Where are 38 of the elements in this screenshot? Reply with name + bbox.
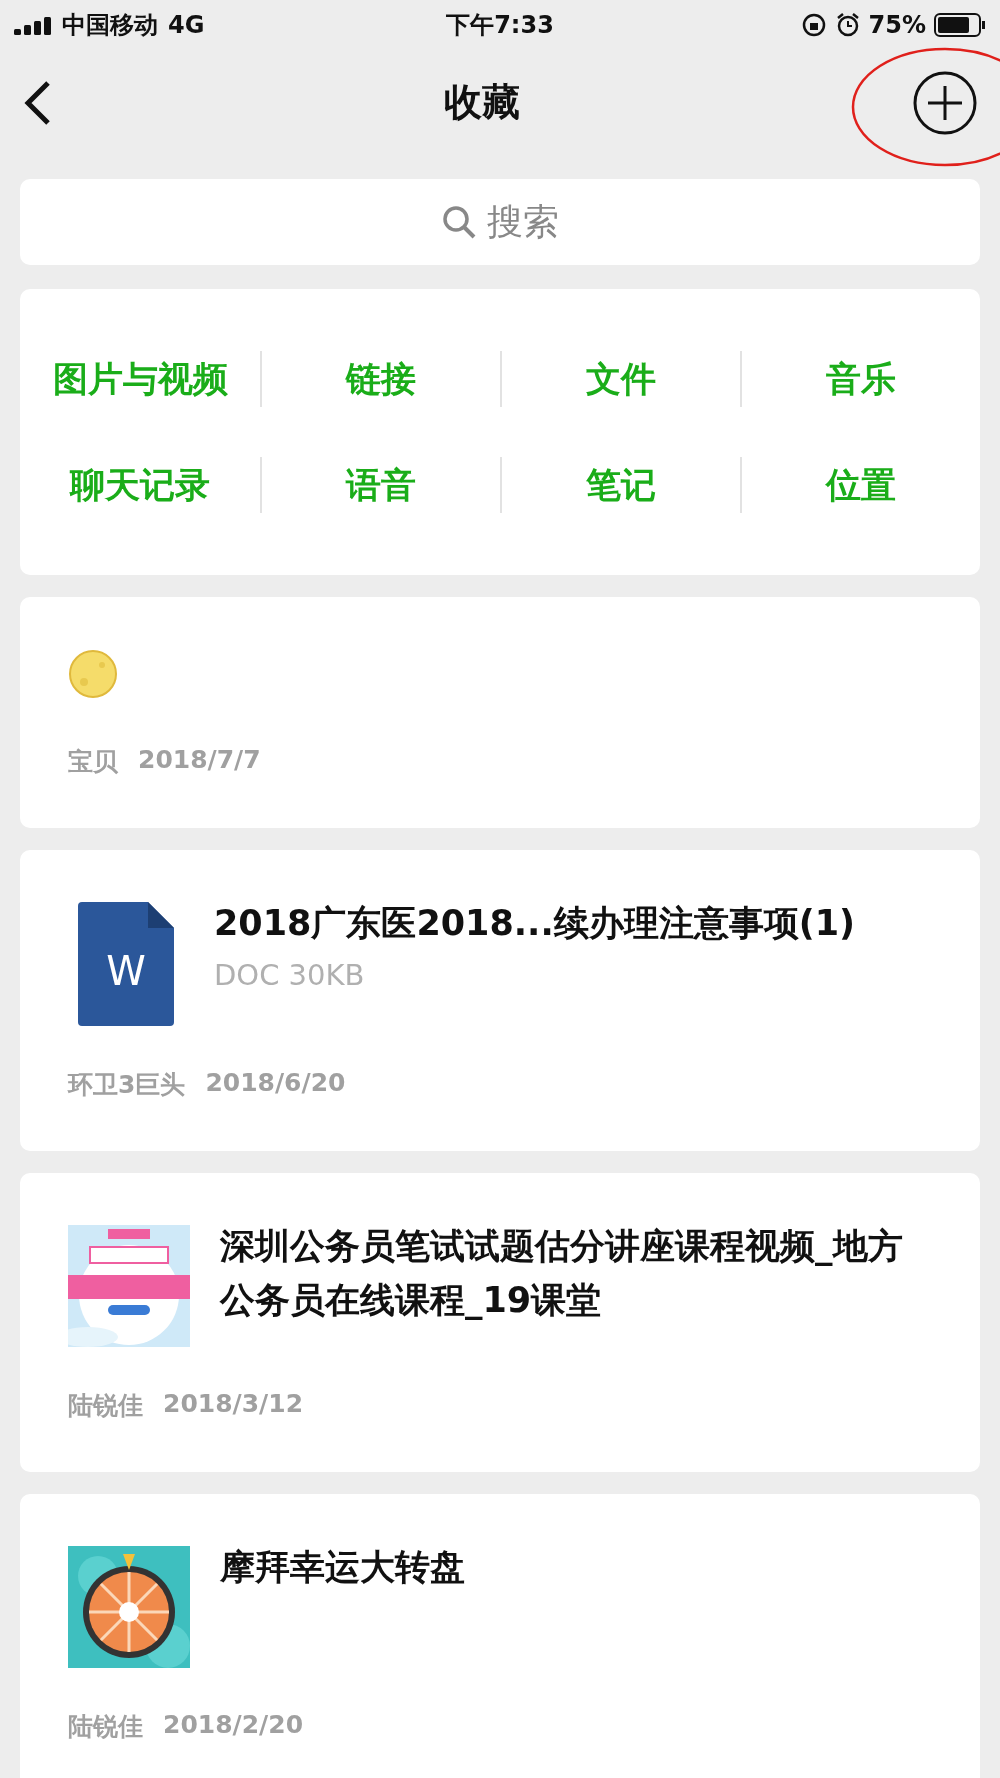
category-link[interactable]: 音乐 (740, 351, 980, 407)
battery-icon (934, 13, 986, 37)
battery-percent: 75% (868, 11, 926, 39)
category-link[interactable]: 语音 (260, 457, 500, 513)
clock-time: 下午7:33 (446, 11, 554, 39)
category-link[interactable]: 笔记 (500, 457, 740, 513)
page-title: 收藏 (444, 79, 520, 126)
item-source: 陆锐佳 (68, 1390, 143, 1422)
favorite-card[interactable]: 宝贝 2018/7/7 (20, 597, 980, 828)
item-title: 2018广东医2018...续办理注意事项(1) (214, 902, 856, 945)
favorite-card[interactable]: W 2018广东医2018...续办理注意事项(1) DOC 30KB 环卫3巨头 2018/6/20 (20, 850, 980, 1151)
item-source: 陆锐佳 (68, 1711, 143, 1743)
item-source: 宝贝 (68, 746, 118, 778)
file-info: DOC 30KB (214, 958, 366, 992)
search-field[interactable]: 搜索 (20, 179, 980, 265)
search-icon (441, 204, 477, 240)
favorite-card[interactable]: 深圳公务员笔试试题估分讲座课程视频_地方公务员在线课程_19课堂 陆锐佳 2018/3/12 (20, 1173, 980, 1472)
category-link[interactable]: 链接 (260, 351, 500, 407)
network-type: 4G (168, 11, 205, 39)
item-date: 2018/2/20 (163, 1710, 304, 1741)
category-link[interactable]: 文件 (500, 351, 740, 407)
category-link[interactable]: 聊天记录 (20, 457, 260, 513)
rotation-lock-icon (800, 12, 827, 38)
category-link[interactable]: 图片与视频 (20, 351, 260, 407)
moon-icon (68, 649, 118, 699)
item-date: 2018/6/20 (205, 1068, 346, 1099)
item-date: 2018/7/7 (138, 745, 261, 776)
back-icon[interactable] (22, 79, 52, 126)
item-title: 深圳公务员笔试试题估分讲座课程视频_地方公务员在线课程_19课堂 (220, 1225, 904, 1322)
word-document-icon: W (78, 902, 174, 1026)
favorite-card[interactable]: 摩拜幸运大转盘 陆锐佳 2018/2/20 (20, 1494, 980, 1778)
item-title: 摩拜幸运大转盘 (220, 1546, 465, 1589)
add-icon[interactable] (912, 69, 978, 136)
signal-icon (14, 15, 52, 35)
category-link[interactable]: 位置 (740, 457, 980, 513)
item-date: 2018/3/12 (163, 1389, 304, 1420)
item-source: 环卫3巨头 (68, 1069, 186, 1101)
carrier-name: 中国移动 (62, 10, 158, 41)
